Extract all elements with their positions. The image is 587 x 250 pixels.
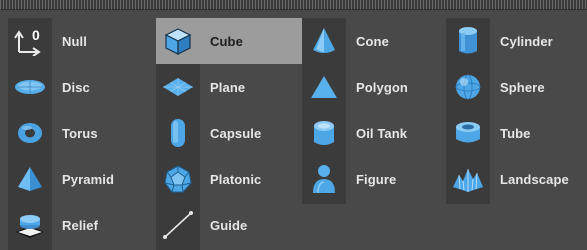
capsule-icon	[156, 110, 200, 156]
relief-icon	[8, 202, 52, 248]
torus-icon	[8, 110, 52, 156]
palette-item-cylinder[interactable]: Cylinder	[446, 18, 587, 64]
cylinder-icon	[446, 18, 490, 64]
palette-item-plane[interactable]: Plane	[156, 64, 302, 110]
palette-item-label: Cone	[356, 33, 389, 49]
palette-item-label: Platonic	[210, 171, 262, 187]
palette-item-null[interactable]: 0 Null	[8, 18, 154, 64]
cube-icon	[156, 18, 200, 64]
palette-item-label: Null	[62, 33, 87, 49]
null-icon-glyph: 0	[32, 27, 40, 43]
palette-item-label: Torus	[62, 125, 98, 141]
polygon-icon	[302, 64, 346, 110]
palette-item-label: Capsule	[210, 125, 262, 141]
palette-item-label: Cylinder	[500, 33, 553, 49]
plane-icon	[156, 64, 200, 110]
palette-item-torus[interactable]: Torus	[8, 110, 154, 156]
palette-item-sphere[interactable]: Sphere	[446, 64, 587, 110]
palette-item-label: Tube	[500, 125, 531, 141]
palette-item-platonic[interactable]: Platonic	[156, 156, 302, 202]
palette-item-capsule[interactable]: Capsule	[156, 110, 302, 156]
palette-item-cube[interactable]: Cube	[156, 18, 302, 64]
disc-icon	[8, 64, 52, 110]
palette-item-label: Oil Tank	[356, 125, 408, 141]
palette-item-label: Sphere	[500, 79, 545, 95]
palette-item-label: Plane	[210, 79, 246, 95]
guide-icon	[156, 202, 200, 248]
pyramid-icon	[8, 156, 52, 202]
oil-tank-icon	[302, 110, 346, 156]
cone-icon	[302, 18, 346, 64]
palette-item-guide[interactable]: Guide	[156, 202, 302, 248]
figure-icon	[302, 156, 346, 202]
palette-item-oil-tank[interactable]: Oil Tank	[302, 110, 448, 156]
palette-item-label: Relief	[62, 217, 99, 233]
landscape-icon	[446, 156, 490, 202]
primitive-object-palette: 0 Null Disc Torus Pyramid Relief Cube Pl…	[0, 0, 587, 250]
palette-drag-handle[interactable]	[0, 0, 587, 10]
palette-item-label: Figure	[356, 171, 397, 187]
palette-item-cone[interactable]: Cone	[302, 18, 448, 64]
sphere-icon	[446, 64, 490, 110]
null-icon: 0	[8, 18, 52, 64]
palette-item-label: Landscape	[500, 171, 569, 187]
palette-item-relief[interactable]: Relief	[8, 202, 154, 248]
palette-item-label: Pyramid	[62, 171, 115, 187]
palette-item-figure[interactable]: Figure	[302, 156, 448, 202]
palette-item-label: Guide	[210, 217, 248, 233]
palette-item-label: Disc	[62, 79, 90, 95]
palette-item-landscape[interactable]: Landscape	[446, 156, 587, 202]
palette-item-tube[interactable]: Tube	[446, 110, 587, 156]
palette-item-polygon[interactable]: Polygon	[302, 64, 448, 110]
platonic-icon	[156, 156, 200, 202]
tube-icon	[446, 110, 490, 156]
palette-item-label: Cube	[210, 33, 243, 49]
palette-item-pyramid[interactable]: Pyramid	[8, 156, 154, 202]
palette-item-disc[interactable]: Disc	[8, 64, 154, 110]
palette-item-label: Polygon	[356, 79, 408, 95]
